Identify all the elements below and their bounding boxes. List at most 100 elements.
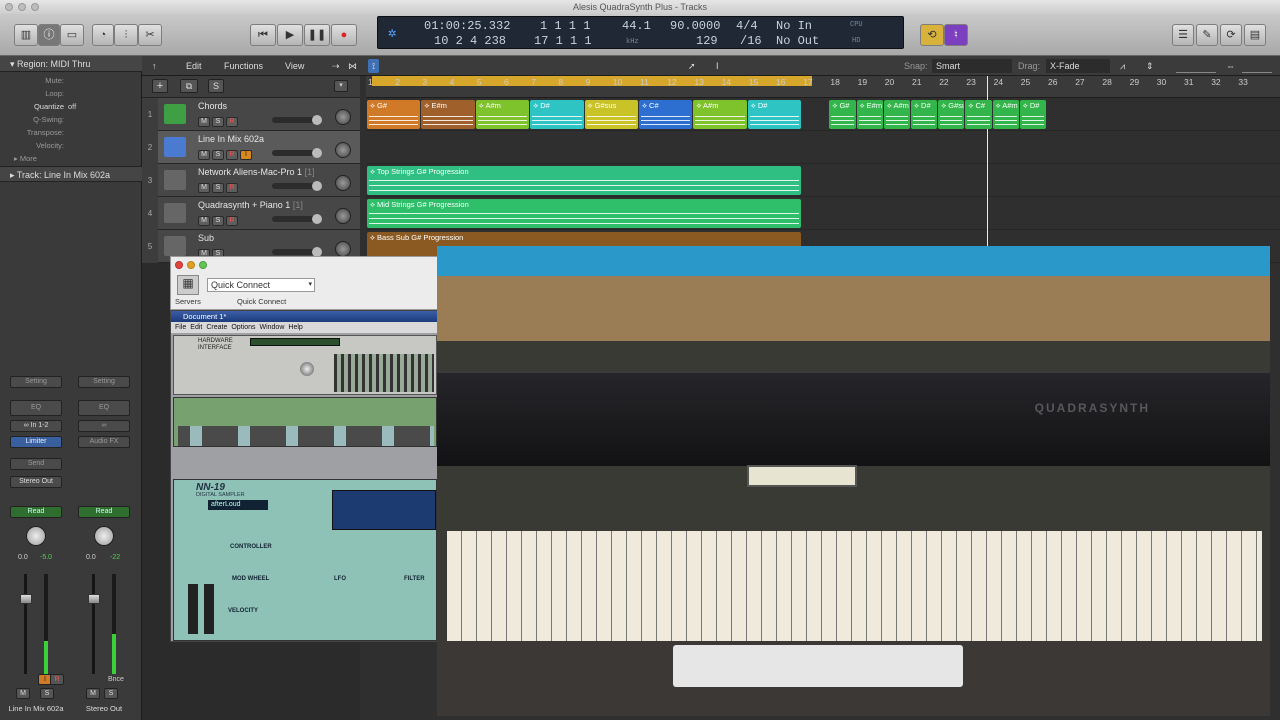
track-header[interactable]: 4 Quadrasynth + Piano 1 [1] M S R (142, 197, 360, 230)
audio-fx-slot[interactable]: Audio FX (78, 436, 130, 448)
chord-region[interactable]: ⟡ E#m (856, 100, 883, 129)
track-name[interactable]: Chords (198, 101, 227, 111)
chord-region[interactable]: ⟡ G#sus (584, 100, 638, 129)
track-volume-slider[interactable] (272, 181, 322, 191)
reason-menu-item[interactable]: Edit (190, 324, 202, 331)
track-volume-slider[interactable] (272, 115, 322, 125)
track-pan-knob[interactable] (335, 241, 351, 257)
patch-name-display[interactable]: afterLoud (208, 500, 268, 510)
track-pan-knob[interactable] (335, 142, 351, 158)
close-window-button[interactable] (175, 261, 183, 269)
volume-fader[interactable] (88, 594, 100, 604)
pause-button[interactable]: ❚❚ (304, 24, 330, 46)
rewind-button[interactable]: ⏮ (250, 24, 276, 46)
smart-controls-icon[interactable]: ◔ (92, 24, 114, 46)
reason-menu-item[interactable]: Help (288, 324, 302, 331)
solo-button[interactable]: S (212, 117, 224, 127)
flex-icon[interactable]: ⋈ (348, 59, 357, 73)
close-window-button[interactable] (5, 3, 13, 11)
input-monitor-button[interactable]: I (240, 150, 252, 160)
filter-icon[interactable]: ⟟ (368, 59, 380, 73)
add-track-icon[interactable]: + (152, 79, 168, 93)
chord-region[interactable]: ⟡ C# (639, 100, 693, 129)
track-pan-knob[interactable] (335, 109, 351, 125)
mute-button[interactable]: M (198, 150, 210, 160)
track-menu-icon[interactable]: ▾ (334, 80, 348, 92)
waveform-zoom-icon[interactable]: ⩘ (1120, 59, 1125, 73)
region-inspector-header[interactable]: ▾ Region: MIDI Thru (0, 56, 142, 72)
volume-handle[interactable] (312, 214, 322, 224)
volume-handle[interactable] (312, 148, 322, 158)
loop-browser-icon[interactable]: ⟳ (1220, 24, 1242, 46)
editors-icon[interactable]: ✂ (138, 24, 162, 46)
solo-button[interactable]: S (40, 688, 54, 699)
inspector-row-quantize[interactable]: Quantize off (0, 102, 142, 114)
setting-button[interactable]: Setting (78, 376, 130, 388)
reason-menu-item[interactable]: File (175, 324, 186, 331)
record-enable-button[interactable]: R (50, 674, 64, 685)
global-solo-icon[interactable]: S (208, 79, 224, 93)
input-slot[interactable]: ∞ In 1-2 (10, 420, 62, 432)
browser-icon[interactable]: ▤ (1244, 24, 1266, 46)
lcd-display[interactable]: ✲ 01:00:25.332 10 2 4 238 1 1 1 1 17 1 1… (377, 16, 904, 49)
send-slot[interactable]: Send (10, 458, 62, 470)
horizontal-zoom-icon[interactable]: ⇔ (1226, 59, 1235, 73)
quick-connect-combobox[interactable]: Quick Connect ▾ (207, 278, 315, 292)
vertical-zoom-slider[interactable] (1176, 59, 1216, 73)
automation-mode[interactable]: Read (78, 506, 130, 518)
notepad-icon[interactable]: ✎ (1196, 24, 1218, 46)
track-name[interactable]: Line In Mix 602a (198, 134, 264, 144)
mute-button[interactable]: M (198, 117, 210, 127)
record-enable-button[interactable]: R (226, 183, 238, 193)
inspector-row-mute[interactable]: Mute: (0, 76, 142, 88)
midi-region[interactable]: ⟡ Top Strings G# Progression (367, 166, 802, 195)
chord-region[interactable]: ⟡ C# (965, 100, 992, 129)
toolbar-icon[interactable]: ▭ (60, 24, 84, 46)
mute-button[interactable]: M (198, 183, 210, 193)
pitch-wheel[interactable] (188, 584, 198, 634)
zoom-window-button[interactable] (199, 261, 207, 269)
inspector-row-transpose[interactable]: Transpose: (0, 128, 142, 140)
chord-region[interactable]: ⟡ A#m (883, 100, 910, 129)
minimize-window-button[interactable] (18, 3, 26, 11)
inspector-row-velocity[interactable]: Velocity: (0, 141, 142, 153)
record-enable-button[interactable]: R (226, 117, 238, 127)
solo-button[interactable]: S (212, 216, 224, 226)
lane-line-in[interactable] (366, 131, 1280, 164)
inspector-row-loop[interactable]: Loop: (0, 89, 142, 101)
back-arrow-icon[interactable]: ↑ (152, 59, 157, 73)
track-volume-slider[interactable] (272, 247, 322, 257)
reason-menu-item[interactable]: Options (231, 324, 255, 331)
pan-knob[interactable] (94, 526, 114, 546)
chord-region[interactable]: ⟡ A#m (992, 100, 1019, 129)
output-slot[interactable]: Stereo Out (10, 476, 62, 488)
chord-region[interactable]: ⟡ E#m (421, 100, 475, 129)
chord-region[interactable]: ⟡ D# (1019, 100, 1046, 129)
horizontal-zoom-slider[interactable] (1242, 59, 1272, 73)
volume-fader[interactable] (20, 594, 32, 604)
play-button[interactable]: ▶ (277, 24, 303, 46)
track-pan-knob[interactable] (335, 208, 351, 224)
text-tool-icon[interactable]: I (716, 59, 719, 73)
link-icon[interactable]: ∞ (78, 420, 130, 432)
minimize-window-button[interactable] (187, 261, 195, 269)
bounce-label[interactable]: Bnce (108, 676, 124, 683)
cycle-icon[interactable]: ⟲ (920, 24, 944, 46)
chord-region[interactable]: ⟡ G#su (938, 100, 965, 129)
chord-region[interactable]: ⟡ D# (530, 100, 584, 129)
mixer-knob-row[interactable] (178, 426, 434, 446)
record-enable-button[interactable]: R (226, 216, 238, 226)
track-pan-knob[interactable] (335, 175, 351, 191)
cycle-region[interactable] (372, 76, 812, 86)
solo-button[interactable]: S (212, 183, 224, 193)
level-knob[interactable] (300, 362, 314, 376)
pan-knob[interactable] (26, 526, 46, 546)
mixer-icon[interactable]: ⫶ (114, 24, 138, 46)
mute-button[interactable]: M (198, 216, 210, 226)
mute-button[interactable]: M (86, 688, 100, 699)
chord-region[interactable]: ⟡ D# (911, 100, 938, 129)
chord-region[interactable]: ⟡ A#m (693, 100, 747, 129)
snap-select[interactable]: Smart (932, 59, 1012, 73)
bar-ruler[interactable]: 1 2 3 4 5 6 7 8 9 10 11 12 13 14 15 16 17 18 19 20 21 22 23 24 2… (366, 76, 1280, 98)
pointer-tool-icon[interactable]: ➚ (688, 59, 696, 73)
